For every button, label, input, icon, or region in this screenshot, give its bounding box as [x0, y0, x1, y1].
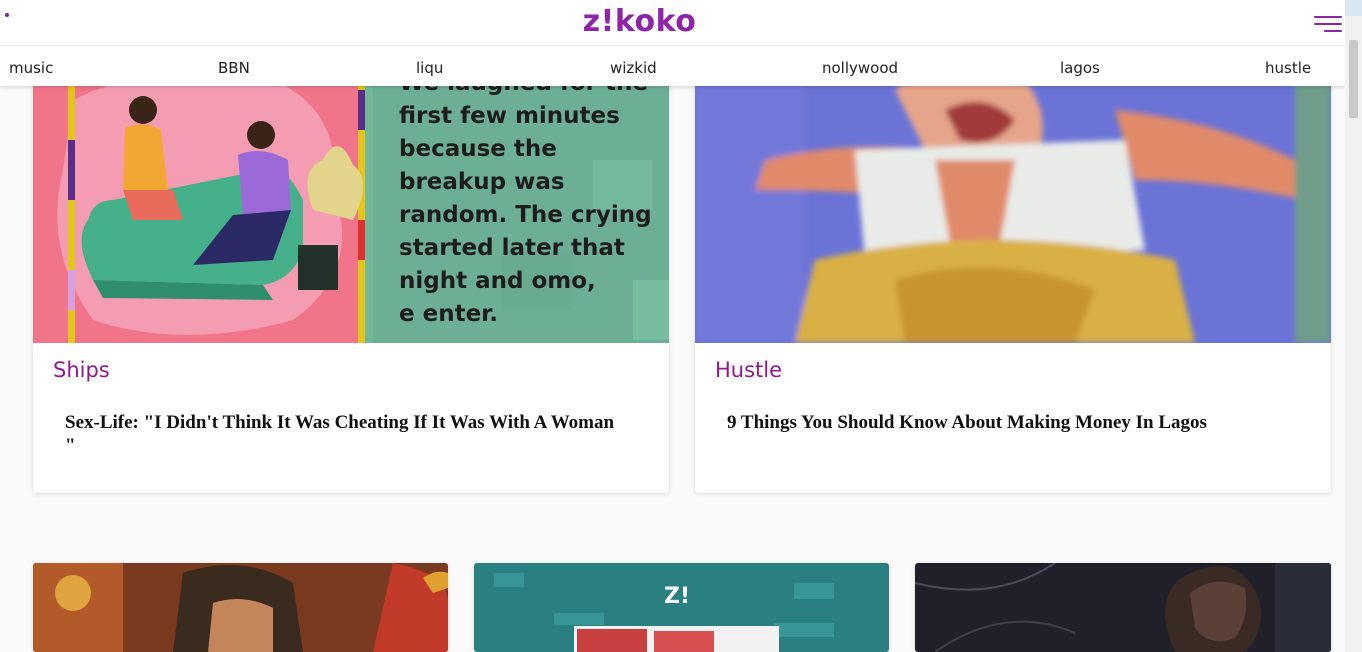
site-header: z!koko: [0, 0, 1345, 46]
image-line-6: started later that: [399, 235, 625, 261]
article-category[interactable]: Hustle: [715, 358, 782, 382]
article-card-bottom-3[interactable]: [915, 563, 1331, 652]
scroll-corner: [1345, 0, 1362, 16]
image-line-4: breakup was: [399, 169, 565, 195]
article-image-bottom-2: Z!: [474, 563, 889, 652]
article-category[interactable]: Ships: [53, 358, 110, 382]
image-line-2: first few minutes: [399, 103, 620, 129]
article-title[interactable]: Sex-Life: "I Didn't Think It Was Cheatin…: [65, 411, 625, 457]
nav-item-music[interactable]: music: [9, 59, 53, 77]
nav-item-hustle[interactable]: hustle: [1265, 59, 1311, 77]
image-line-3: because the: [399, 136, 557, 162]
tag-nav: music BBN liqu wizkid nollywood lagos hu…: [0, 46, 1345, 86]
nav-item-nollywood[interactable]: nollywood: [822, 59, 898, 77]
article-image-bottom-1: [33, 563, 448, 652]
nav-item-liqu[interactable]: liqu: [416, 59, 443, 77]
article-card-bottom-2[interactable]: Z!: [474, 563, 889, 652]
article-card-bottom-1[interactable]: [33, 563, 448, 652]
article-title[interactable]: 9 Things You Should Know About Making Mo…: [727, 411, 1287, 434]
article-image-ships: We laughed for the first few minutes bec…: [33, 50, 669, 343]
article-card-ships[interactable]: We laughed for the first few minutes bec…: [33, 50, 669, 493]
image-line-5: random. The crying: [399, 202, 652, 228]
nav-item-wizkid[interactable]: wizkid: [610, 59, 657, 77]
zikoko-logo[interactable]: z!koko: [0, 4, 1279, 39]
image-line-8: e enter.: [399, 301, 498, 327]
menu-icon[interactable]: [1314, 14, 1344, 34]
scroll-thumb[interactable]: [1349, 40, 1358, 118]
vertical-scrollbar[interactable]: [1345, 0, 1362, 652]
image-line-7: night and omo,: [399, 268, 596, 294]
article-image-bottom-3: [915, 563, 1331, 652]
nav-item-bbn[interactable]: BBN: [218, 59, 250, 77]
nav-item-lagos[interactable]: lagos: [1060, 59, 1100, 77]
z-logo-text: Z!: [664, 584, 690, 609]
article-image-hustle: [695, 50, 1331, 343]
article-card-hustle[interactable]: Hustle 9 Things You Should Know About Ma…: [695, 50, 1331, 493]
